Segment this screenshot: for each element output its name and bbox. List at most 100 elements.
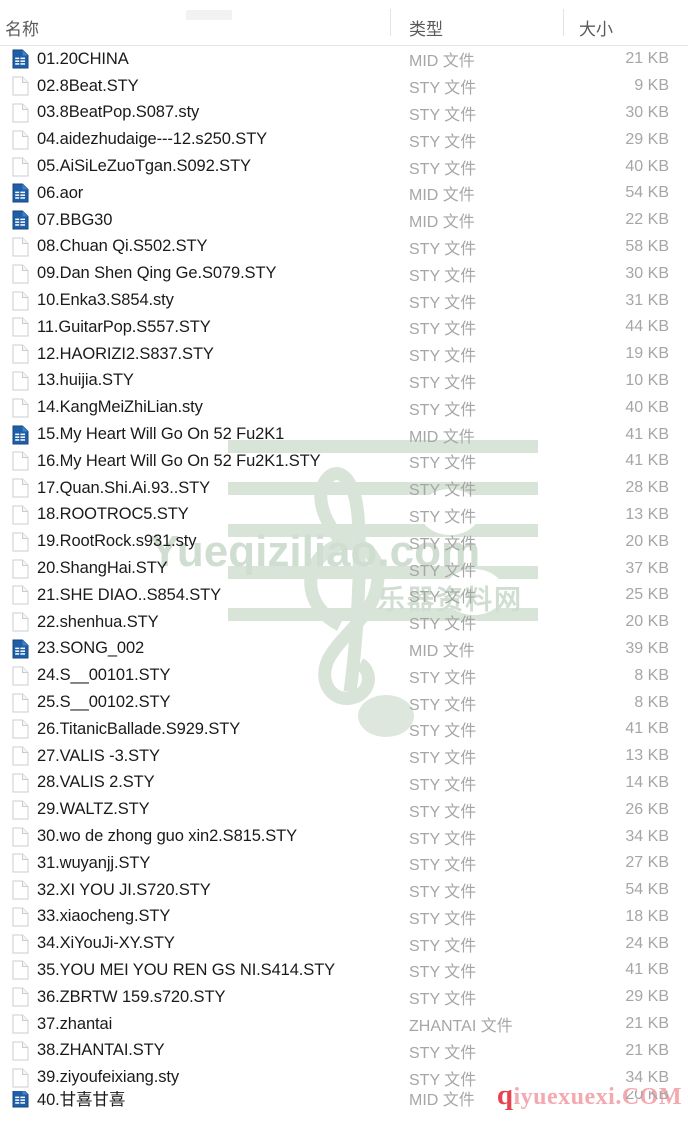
file-row[interactable]: 10.Enka3.S854.sty STY 文件 31 KB: [0, 287, 688, 314]
file-name-label: 14.KangMeiZhiLian.sty: [37, 398, 203, 417]
file-type-cell: STY 文件: [409, 884, 477, 902]
file-row[interactable]: 13.huijia.STY STY 文件 10 KB: [0, 368, 688, 395]
file-name-cell[interactable]: 23.SONG_002: [0, 639, 390, 659]
file-name-cell[interactable]: 28.VALIS 2.STY: [0, 773, 390, 793]
file-name-cell[interactable]: 08.Chuan Qi.S502.STY: [0, 237, 390, 257]
column-header-size[interactable]: 大小: [563, 0, 688, 40]
file-row[interactable]: 12.HAORIZI2.S837.STY STY 文件 19 KB: [0, 341, 688, 368]
file-row[interactable]: 40.甘喜甘喜 MID 文件 20 KB: [0, 1091, 688, 1113]
file-row[interactable]: 31.wuyanjj.STY STY 文件 27 KB: [0, 850, 688, 877]
file-list[interactable]: 01.20CHINA MID 文件 21 KB 02.8Beat.STY STY 文件…: [0, 46, 688, 1113]
file-name-cell[interactable]: 05.AiSiLeZuoTgan.S092.STY: [0, 157, 390, 177]
file-row[interactable]: 09.Dan Shen Qing Ge.S079.STY STY 文件 30 KB: [0, 260, 688, 287]
file-name-cell[interactable]: 17.Quan.Shi.Ai.93..STY: [0, 478, 390, 498]
file-row[interactable]: 28.VALIS 2.STY STY 文件 14 KB: [0, 770, 688, 797]
file-name-cell[interactable]: 31.wuyanjj.STY: [0, 853, 390, 873]
file-name-cell[interactable]: 04.aidezhudaige---12.s250.STY: [0, 130, 390, 150]
file-name-cell[interactable]: 22.shenhua.STY: [0, 612, 390, 632]
blank-file-icon: [12, 317, 29, 337]
file-row[interactable]: 15.My Heart Will Go On 52 Fu2K1 MID 文件 41 …: [0, 421, 688, 448]
file-row[interactable]: 11.GuitarPop.S557.STY STY 文件 44 KB: [0, 314, 688, 341]
file-type-cell: STY 文件: [409, 267, 477, 285]
file-name-label: 07.BBG30: [37, 210, 113, 229]
file-row[interactable]: 08.Chuan Qi.S502.STY STY 文件 58 KB: [0, 234, 688, 261]
file-row[interactable]: 14.KangMeiZhiLian.sty STY 文件 40 KB: [0, 394, 688, 421]
file-row[interactable]: 16.My Heart Will Go On 52 Fu2K1.STY STY 文…: [0, 448, 688, 475]
file-row[interactable]: 04.aidezhudaige---12.s250.STY STY 文件 29 KB: [0, 126, 688, 153]
file-name-cell[interactable]: 13.huijia.STY: [0, 371, 390, 391]
file-name-cell[interactable]: 02.8Beat.STY: [0, 76, 390, 96]
file-name-cell[interactable]: 33.xiaocheng.STY: [0, 907, 390, 927]
file-row[interactable]: 06.aor MID 文件 54 KB: [0, 180, 688, 207]
file-name-cell[interactable]: 37.zhantai: [0, 1014, 390, 1034]
file-name-cell[interactable]: 03.8BeatPop.S087.sty: [0, 103, 390, 123]
file-row[interactable]: 34.XiYouJi-XY.STY STY 文件 24 KB: [0, 930, 688, 957]
file-name-cell[interactable]: 15.My Heart Will Go On 52 Fu2K1: [0, 425, 390, 445]
file-row[interactable]: 36.ZBRTW 159.s720.STY STY 文件 29 KB: [0, 984, 688, 1011]
file-name-cell[interactable]: 11.GuitarPop.S557.STY: [0, 317, 390, 337]
file-row[interactable]: 01.20CHINA MID 文件 21 KB: [0, 46, 688, 73]
file-name-cell[interactable]: 06.aor: [0, 183, 390, 203]
file-row[interactable]: 05.AiSiLeZuoTgan.S092.STY STY 文件 40 KB: [0, 153, 688, 180]
file-name-cell[interactable]: 20.ShangHai.STY: [0, 559, 390, 579]
file-row[interactable]: 38.ZHANTAI.STY STY 文件 21 KB: [0, 1037, 688, 1064]
file-name-cell[interactable]: 10.Enka3.S854.sty: [0, 291, 390, 311]
file-name-cell[interactable]: 12.HAORIZI2.S837.STY: [0, 344, 390, 364]
column-header-type[interactable]: 类型: [390, 0, 563, 40]
file-name-label: 29.WALTZ.STY: [37, 800, 150, 819]
file-row[interactable]: 25.S__00102.STY STY 文件 8 KB: [0, 689, 688, 716]
file-row[interactable]: 27.VALIS -3.STY STY 文件 13 KB: [0, 743, 688, 770]
file-name-cell[interactable]: 16.My Heart Will Go On 52 Fu2K1.STY: [0, 451, 390, 471]
file-row[interactable]: 37.zhantai ZHANTAI 文件 21 KB: [0, 1011, 688, 1038]
file-row[interactable]: 22.shenhua.STY STY 文件 20 KB: [0, 609, 688, 636]
file-row[interactable]: 03.8BeatPop.S087.sty STY 文件 30 KB: [0, 100, 688, 127]
file-name-cell[interactable]: 14.KangMeiZhiLian.sty: [0, 398, 390, 418]
blank-file-icon: [12, 505, 29, 525]
file-name-cell[interactable]: 29.WALTZ.STY: [0, 800, 390, 820]
file-name-cell[interactable]: 07.BBG30: [0, 210, 390, 230]
file-row[interactable]: 33.xiaocheng.STY STY 文件 18 KB: [0, 904, 688, 931]
blank-file-icon: [12, 1068, 29, 1088]
file-name-cell[interactable]: 34.XiYouJi-XY.STY: [0, 934, 390, 954]
column-header-name[interactable]: 名称: [0, 0, 390, 40]
file-name-cell[interactable]: 19.RootRock.s931.sty: [0, 532, 390, 552]
file-name-label: 15.My Heart Will Go On 52 Fu2K1: [37, 425, 285, 444]
mid-file-icon: [12, 1091, 29, 1108]
file-name-cell[interactable]: 32.XI YOU JI.S720.STY: [0, 880, 390, 900]
file-name-label: 04.aidezhudaige---12.s250.STY: [37, 130, 268, 149]
file-name-cell[interactable]: 35.YOU MEI YOU REN GS NI.S414.STY: [0, 960, 390, 980]
file-name-cell[interactable]: 39.ziyoufeixiang.sty: [0, 1068, 390, 1088]
file-row[interactable]: 20.ShangHai.STY STY 文件 37 KB: [0, 555, 688, 582]
file-type-cell: STY 文件: [409, 991, 477, 1009]
file-row[interactable]: 29.WALTZ.STY STY 文件 26 KB: [0, 796, 688, 823]
file-row[interactable]: 21.SHE DIAO..S854.STY STY 文件 25 KB: [0, 582, 688, 609]
file-row[interactable]: 02.8Beat.STY STY 文件 9 KB: [0, 73, 688, 100]
blank-file-icon: [12, 773, 29, 793]
file-row[interactable]: 39.ziyoufeixiang.sty STY 文件 34 KB: [0, 1064, 688, 1091]
file-name-cell[interactable]: 18.ROOTROC5.STY: [0, 505, 390, 525]
file-name-cell[interactable]: 38.ZHANTAI.STY: [0, 1041, 390, 1061]
file-row[interactable]: 24.S__00101.STY STY 文件 8 KB: [0, 662, 688, 689]
file-name-cell[interactable]: 01.20CHINA: [0, 49, 390, 69]
blank-file-icon: [12, 719, 29, 739]
file-name-cell[interactable]: 36.ZBRTW 159.s720.STY: [0, 987, 390, 1007]
file-name-label: 20.ShangHai.STY: [37, 559, 168, 578]
file-name-cell[interactable]: 09.Dan Shen Qing Ge.S079.STY: [0, 264, 390, 284]
file-row[interactable]: 30.wo de zhong guo xin2.S815.STY STY 文件 34…: [0, 823, 688, 850]
file-row[interactable]: 17.Quan.Shi.Ai.93..STY STY 文件 28 KB: [0, 475, 688, 502]
file-row[interactable]: 23.SONG_002 MID 文件 39 KB: [0, 636, 688, 663]
file-name-cell[interactable]: 24.S__00101.STY: [0, 666, 390, 686]
file-name-cell[interactable]: 26.TitanicBallade.S929.STY: [0, 719, 390, 739]
file-type-cell: STY 文件: [409, 937, 477, 955]
file-name-cell[interactable]: 40.甘喜甘喜: [0, 1091, 390, 1110]
file-row[interactable]: 07.BBG30 MID 文件 22 KB: [0, 207, 688, 234]
file-name-cell[interactable]: 25.S__00102.STY: [0, 693, 390, 713]
file-name-cell[interactable]: 21.SHE DIAO..S854.STY: [0, 585, 390, 605]
file-row[interactable]: 18.ROOTROC5.STY STY 文件 13 KB: [0, 502, 688, 529]
file-row[interactable]: 32.XI YOU JI.S720.STY STY 文件 54 KB: [0, 877, 688, 904]
file-row[interactable]: 19.RootRock.s931.sty STY 文件 20 KB: [0, 528, 688, 555]
file-name-cell[interactable]: 30.wo de zhong guo xin2.S815.STY: [0, 827, 390, 847]
file-row[interactable]: 35.YOU MEI YOU REN GS NI.S414.STY STY 文件 4…: [0, 957, 688, 984]
file-row[interactable]: 26.TitanicBallade.S929.STY STY 文件 41 KB: [0, 716, 688, 743]
file-name-cell[interactable]: 27.VALIS -3.STY: [0, 746, 390, 766]
